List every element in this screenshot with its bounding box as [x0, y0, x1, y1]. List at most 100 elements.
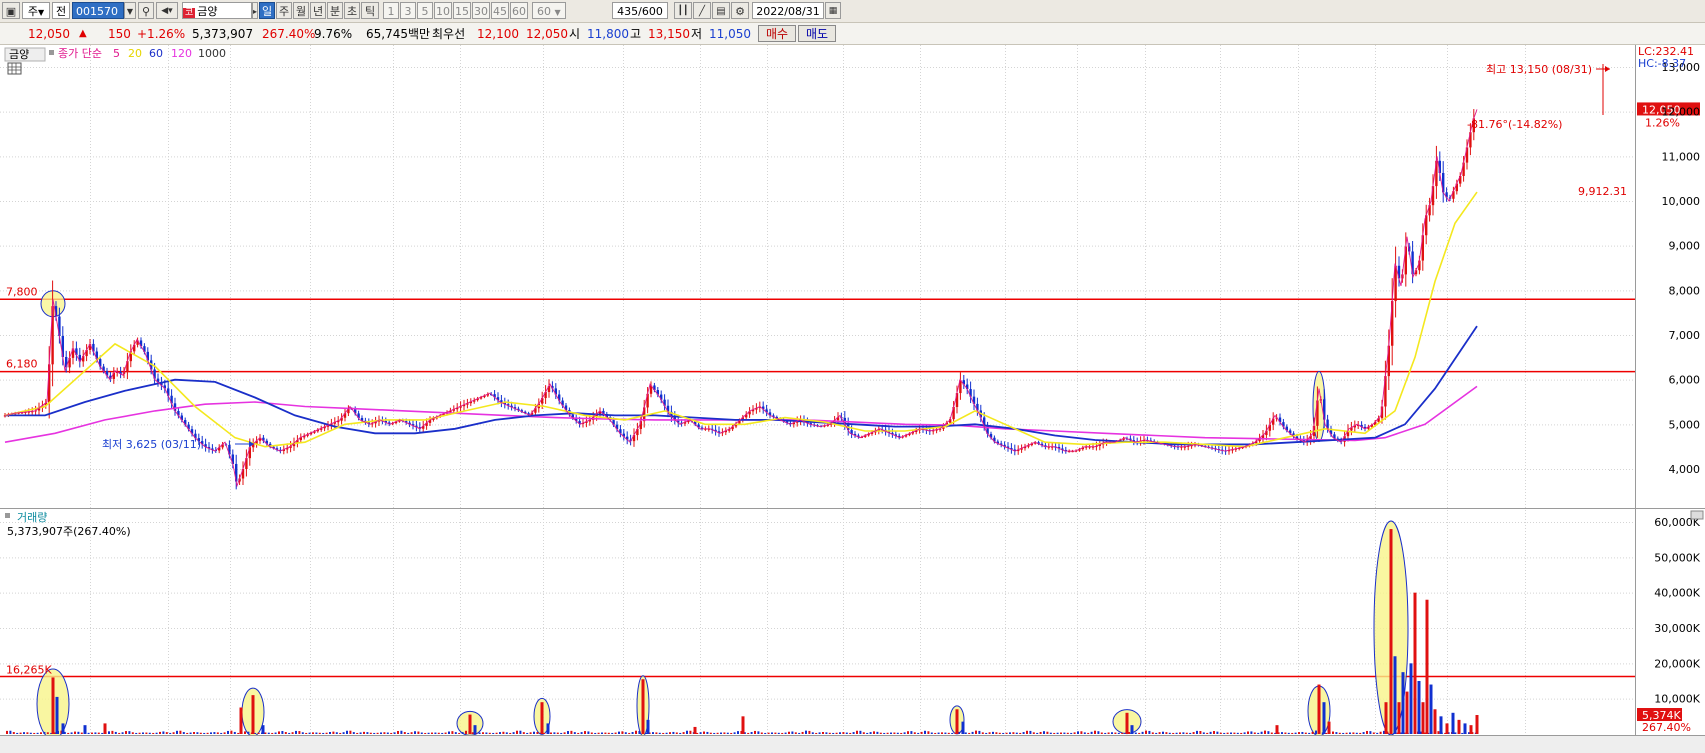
search-icon[interactable]: ⚲ — [138, 2, 154, 19]
volume-bar-small — [1209, 731, 1212, 734]
volume-bar-small — [172, 732, 175, 734]
date-field[interactable]: 2022/08/31 — [752, 2, 824, 19]
volume-bar-small — [352, 732, 355, 734]
stock-name-field[interactable]: 코 금양 — [182, 2, 252, 19]
volume-bar-small — [866, 732, 869, 734]
price-y-tick-label: 4,000 — [1669, 463, 1701, 476]
volume-bar-small — [118, 732, 121, 734]
volume-bar-small — [594, 732, 597, 734]
period-select[interactable]: 주▼ — [22, 2, 50, 19]
interval-60[interactable]: 60 — [510, 2, 528, 19]
volume-bar-small — [747, 732, 750, 734]
interval-30[interactable]: 30 — [472, 2, 490, 19]
stock-chart[interactable]: 7,800 6,180 16,265K 최고 13,150 (08/31) 최저 3,6… — [0, 45, 1705, 753]
volume-panel-collapse-icon[interactable] — [1690, 510, 1704, 520]
volume-bar-small — [376, 732, 379, 734]
period-tab-tick[interactable]: 틱 — [361, 2, 379, 19]
volume-bar-small — [1206, 732, 1209, 734]
period-tab-day[interactable]: 일 — [259, 2, 275, 19]
volume-bar-small — [767, 732, 770, 734]
volume-bar-small — [519, 730, 522, 734]
interval-select-value: 60 — [537, 5, 551, 18]
market-select[interactable]: 전 — [52, 2, 70, 19]
volume-bar-small — [896, 732, 899, 734]
volume-bar-small — [873, 731, 875, 734]
volume-bar-small — [686, 730, 688, 734]
interval-15[interactable]: 15 — [453, 2, 471, 19]
volume-bar-small — [553, 732, 556, 734]
period-tab-minute[interactable]: 분 — [327, 2, 343, 19]
volume-bar-small — [988, 732, 991, 734]
interval-10[interactable]: 10 — [434, 2, 452, 19]
volume-bar-small — [529, 732, 532, 734]
volume-bar — [955, 709, 959, 734]
volume-bar-small — [845, 732, 848, 734]
volume-bar — [239, 707, 243, 734]
volume-bar-small — [590, 732, 593, 734]
interval-3[interactable]: 3 — [400, 2, 416, 19]
volume-bar-small — [237, 732, 240, 734]
volume-bar-small — [1019, 732, 1022, 734]
interval-select[interactable]: 60 ▼ — [532, 2, 566, 19]
volume-bar-small — [373, 732, 376, 734]
sell-button[interactable]: 매도 — [798, 25, 836, 42]
volume-bar — [1317, 684, 1321, 734]
stock-name-arrow-icon[interactable]: ▸ — [252, 2, 258, 19]
volume-bar-small — [159, 731, 161, 734]
volume-bar-small — [971, 731, 974, 734]
quote-bar: 12,050 ▲ 150 +1.26% 5,373,907 267.40% 9.… — [0, 23, 1705, 45]
volume-bar-small — [403, 732, 406, 734]
volume-bar-small — [135, 732, 138, 734]
speaker-icon[interactable]: ◀▾ — [156, 2, 178, 19]
period-tab-year[interactable]: 년 — [310, 2, 326, 19]
volume-bar-small — [975, 730, 977, 734]
price-y-tick-label: 11,000 — [1662, 150, 1701, 163]
volume-bar-small — [1032, 732, 1035, 734]
volume-bar-small — [927, 731, 930, 734]
volume-bar-small — [298, 731, 301, 734]
price-level-label: 6,180 — [6, 358, 38, 371]
data-count-field[interactable]: 435/600 — [612, 2, 668, 19]
save-icon[interactable]: ▤ — [712, 2, 730, 19]
volume-bar-small — [635, 730, 637, 734]
volume-bar-small — [808, 730, 811, 734]
volume-bar-small — [1352, 732, 1355, 734]
volume-bar-small — [1002, 732, 1005, 734]
settings-gear-icon[interactable]: ⚙ — [731, 2, 749, 19]
volume-bar-small — [1155, 732, 1158, 734]
volume-y-tick-label: 20,000K — [1654, 657, 1700, 670]
trade-amount: 65,745백만 — [366, 27, 431, 41]
volume-bar-small — [662, 732, 665, 734]
volume-y-tick-label: 50,000K — [1654, 551, 1700, 564]
data-table-icon[interactable] — [7, 62, 22, 75]
volume-bar-small — [216, 732, 219, 734]
interval-45[interactable]: 45 — [491, 2, 509, 19]
buy-button[interactable]: 매수 — [758, 25, 796, 42]
interval-1[interactable]: 1 — [383, 2, 399, 19]
volume-bar-small — [1308, 732, 1311, 734]
volume-bar-small — [1240, 732, 1243, 734]
volume-bar-small — [1063, 732, 1066, 734]
draw-line-icon[interactable]: ╱ — [693, 2, 711, 19]
candle-style-icon[interactable]: ┃┃ — [674, 2, 692, 19]
volume-bar-small — [703, 731, 705, 734]
volume-ratio: 267.40% — [262, 27, 316, 41]
low-price: 11,050 — [709, 27, 751, 41]
volume-bar-small — [363, 731, 365, 734]
period-tab-second[interactable]: 초 — [344, 2, 360, 19]
interval-5[interactable]: 5 — [417, 2, 433, 19]
period-tab-month[interactable]: 월 — [293, 2, 309, 19]
volume-bar-small — [1070, 732, 1073, 734]
price-change-pct: +1.26% — [137, 27, 186, 41]
period-tab-week[interactable]: 주 — [276, 2, 292, 19]
code-dropdown-icon[interactable]: ▼ — [124, 2, 136, 19]
open-label: 시 — [569, 27, 581, 41]
volume-bar-small — [638, 730, 641, 734]
stock-code-input[interactable]: 001570 — [72, 2, 124, 19]
stock-name: 금양 — [197, 5, 218, 18]
volume-bar-small — [502, 731, 505, 734]
chart-menu-icon[interactable]: ▣ — [2, 2, 20, 19]
volume-bar-small — [33, 732, 36, 734]
volume-bar-small — [176, 730, 178, 734]
calendar-icon[interactable]: ▦ — [825, 2, 841, 19]
